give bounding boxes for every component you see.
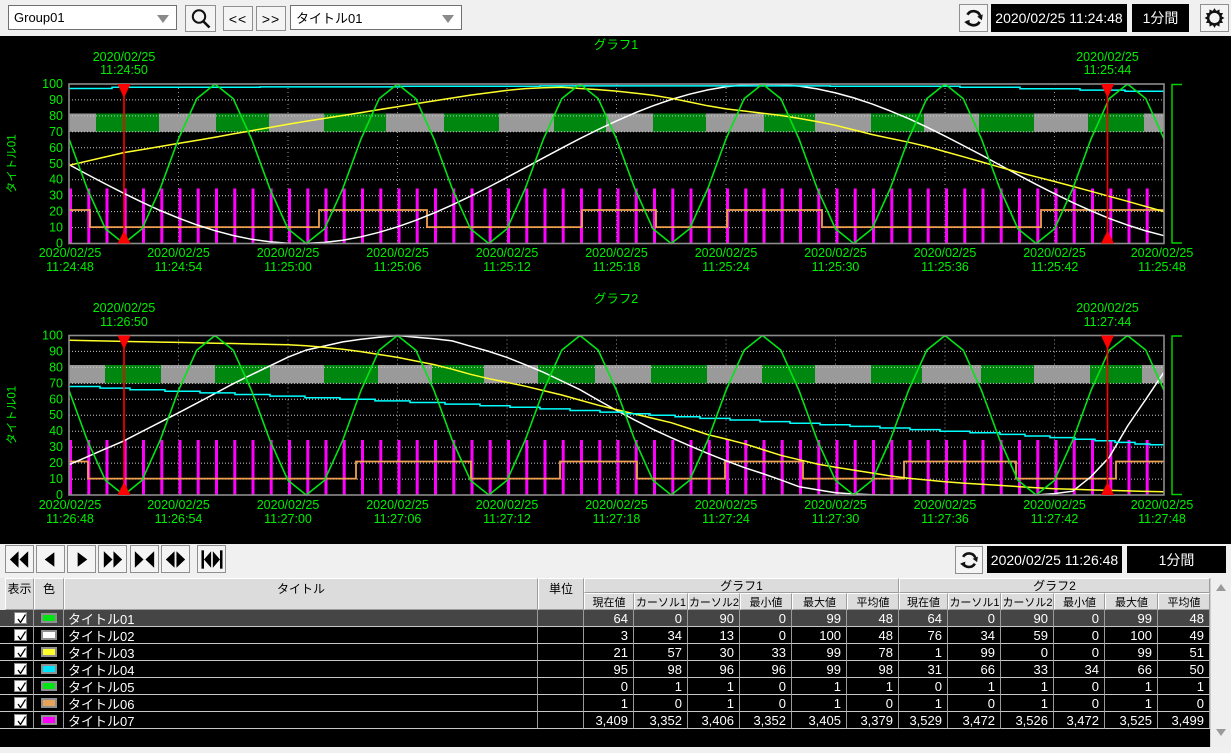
svg-text:2020/02/25: 2020/02/25 — [366, 498, 429, 512]
svg-text:11:25:18: 11:25:18 — [593, 260, 641, 274]
svg-text:2020/02/25: 2020/02/25 — [1023, 498, 1086, 512]
svg-text:11:26:48: 11:26:48 — [46, 512, 94, 526]
svg-text:11:25:06: 11:25:06 — [374, 260, 422, 274]
svg-text:2020/02/25: 2020/02/25 — [93, 50, 156, 64]
svg-text:30: 30 — [49, 440, 63, 454]
svg-text:タイトル01: タイトル01 — [6, 134, 19, 193]
svg-text:11:25:44: 11:25:44 — [1084, 63, 1132, 77]
svg-text:11:27:12: 11:27:12 — [483, 512, 531, 526]
svg-text:2020/02/25: 2020/02/25 — [695, 246, 758, 260]
svg-text:2020/02/25: 2020/02/25 — [1131, 498, 1194, 512]
svg-text:2020/02/25: 2020/02/25 — [257, 246, 320, 260]
svg-text:2020/02/25: 2020/02/25 — [366, 246, 429, 260]
svg-text:30: 30 — [49, 189, 63, 203]
svg-text:11:24:54: 11:24:54 — [155, 260, 203, 274]
svg-text:タイトル01: タイトル01 — [6, 386, 19, 445]
svg-text:11:27:18: 11:27:18 — [593, 512, 641, 526]
svg-text:80: 80 — [49, 360, 63, 374]
svg-text:グラフ2: グラフ2 — [594, 292, 639, 306]
svg-text:2020/02/25: 2020/02/25 — [1076, 301, 1139, 315]
svg-text:70: 70 — [49, 376, 63, 390]
svg-text:11:27:00: 11:27:00 — [264, 512, 312, 526]
svg-text:90: 90 — [49, 93, 63, 107]
svg-text:2020/02/25: 2020/02/25 — [39, 498, 102, 512]
svg-text:20: 20 — [49, 205, 63, 219]
svg-text:2020/02/25: 2020/02/25 — [695, 498, 758, 512]
svg-text:10: 10 — [49, 472, 63, 486]
svg-text:20: 20 — [49, 456, 63, 470]
svg-text:11:27:42: 11:27:42 — [1031, 512, 1079, 526]
svg-text:2020/02/25: 2020/02/25 — [1131, 246, 1194, 260]
svg-text:70: 70 — [49, 125, 63, 139]
svg-text:50: 50 — [49, 408, 63, 422]
svg-text:11:27:48: 11:27:48 — [1138, 512, 1186, 526]
svg-text:2020/02/25: 2020/02/25 — [39, 246, 102, 260]
svg-text:2020/02/25: 2020/02/25 — [914, 246, 977, 260]
svg-text:40: 40 — [49, 424, 63, 438]
svg-text:2020/02/25: 2020/02/25 — [257, 498, 320, 512]
svg-text:11:25:12: 11:25:12 — [483, 260, 531, 274]
svg-text:11:27:30: 11:27:30 — [812, 512, 860, 526]
svg-text:40: 40 — [49, 173, 63, 187]
svg-text:11:27:36: 11:27:36 — [921, 512, 969, 526]
svg-text:11:27:44: 11:27:44 — [1084, 315, 1132, 329]
svg-text:11:26:54: 11:26:54 — [155, 512, 203, 526]
svg-text:2020/02/25: 2020/02/25 — [585, 246, 648, 260]
svg-text:11:25:36: 11:25:36 — [921, 260, 969, 274]
svg-text:2020/02/25: 2020/02/25 — [804, 246, 867, 260]
svg-text:グラフ1: グラフ1 — [594, 38, 639, 52]
svg-text:2020/02/25: 2020/02/25 — [1023, 246, 1086, 260]
svg-text:60: 60 — [49, 141, 63, 155]
svg-text:90: 90 — [49, 344, 63, 358]
svg-text:60: 60 — [49, 392, 63, 406]
svg-text:11:25:24: 11:25:24 — [702, 260, 750, 274]
svg-text:100: 100 — [42, 77, 63, 91]
svg-text:2020/02/25: 2020/02/25 — [476, 246, 539, 260]
svg-text:11:25:00: 11:25:00 — [264, 260, 312, 274]
svg-text:11:27:06: 11:27:06 — [374, 512, 422, 526]
svg-text:2020/02/25: 2020/02/25 — [1076, 50, 1139, 64]
svg-text:11:25:42: 11:25:42 — [1031, 260, 1079, 274]
svg-text:11:25:30: 11:25:30 — [812, 260, 860, 274]
svg-text:2020/02/25: 2020/02/25 — [914, 498, 977, 512]
svg-text:11:24:48: 11:24:48 — [46, 260, 94, 274]
svg-text:2020/02/25: 2020/02/25 — [147, 246, 210, 260]
svg-text:11:26:50: 11:26:50 — [100, 315, 148, 329]
svg-text:11:25:48: 11:25:48 — [1138, 260, 1186, 274]
svg-text:2020/02/25: 2020/02/25 — [476, 498, 539, 512]
svg-text:11:24:50: 11:24:50 — [100, 63, 148, 77]
svg-text:2020/02/25: 2020/02/25 — [804, 498, 867, 512]
svg-text:11:27:24: 11:27:24 — [702, 512, 750, 526]
svg-text:2020/02/25: 2020/02/25 — [93, 301, 156, 315]
svg-text:50: 50 — [49, 157, 63, 171]
svg-text:2020/02/25: 2020/02/25 — [585, 498, 648, 512]
svg-text:80: 80 — [49, 109, 63, 123]
svg-text:10: 10 — [49, 221, 63, 235]
svg-text:2020/02/25: 2020/02/25 — [147, 498, 210, 512]
svg-text:100: 100 — [42, 329, 63, 343]
